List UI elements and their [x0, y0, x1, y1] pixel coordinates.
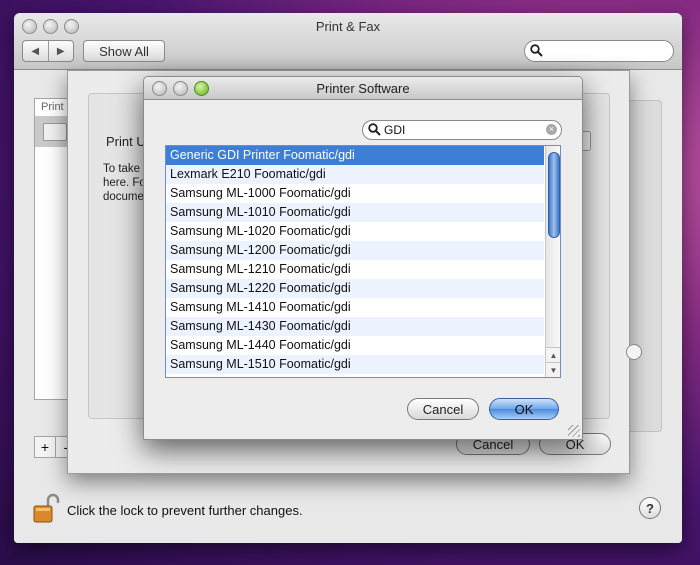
list-item[interactable]: Samsung ML-1020 Foomatic/gdi	[166, 222, 544, 241]
list-item[interactable]: Lexmark E210 Foomatic/gdi	[166, 165, 544, 184]
list-item[interactable]: Samsung ML-1010 Foomatic/gdi	[166, 203, 544, 222]
scroll-down-icon[interactable]: ▼	[546, 362, 560, 377]
search-value: GDI	[384, 123, 406, 137]
list-item[interactable]: Samsung ML-1410 Foomatic/gdi	[166, 298, 544, 317]
cancel-button[interactable]: Cancel	[407, 398, 479, 420]
search-icon	[530, 44, 543, 57]
printer-software-dialog: Printer Software GDI × Samsung ML-1510 F…	[143, 76, 583, 440]
dialog-title: Printer Software	[316, 81, 410, 96]
dialog-titlebar: Printer Software	[144, 77, 582, 100]
list-item[interactable]: Samsung ML-1430 Foomatic/gdi	[166, 317, 544, 336]
scroll-up-icon[interactable]: ▲	[546, 347, 560, 362]
ok-button[interactable]: OK	[489, 398, 559, 420]
nav-buttons: ◀ ▶	[22, 40, 74, 62]
list-item[interactable]: Samsung ML-1220 Foomatic/gdi	[166, 279, 544, 298]
back-button[interactable]: ◀	[23, 41, 48, 61]
show-all-button[interactable]: Show All	[83, 40, 165, 62]
list-item[interactable]: Samsung ML-1210 Foomatic/gdi	[166, 260, 544, 279]
window-title: Print & Fax	[315, 19, 381, 34]
forward-button[interactable]: ▶	[47, 41, 74, 61]
scrollbar-thumb[interactable]	[548, 152, 560, 238]
lock-icon[interactable]	[32, 493, 60, 525]
list-item[interactable]: Samsung ML-1200 Foomatic/gdi	[166, 241, 544, 260]
add-printer-button[interactable]: +	[35, 437, 55, 457]
resize-grip-icon[interactable]	[568, 425, 580, 437]
search-icon	[368, 123, 381, 136]
main-titlebar: Print & Fax ◀ ▶ Show All	[14, 13, 682, 70]
list-item[interactable]: Samsung ML-1440 Foomatic/gdi	[166, 336, 544, 355]
print-using-label: Print U	[106, 134, 146, 149]
list-item[interactable]: Generic GDI Printer Foomatic/gdi	[166, 146, 544, 165]
list-scrollbar[interactable]: ▲ ▼	[545, 146, 560, 377]
printer-software-search-input[interactable]: GDI ×	[362, 120, 562, 140]
list-item[interactable]: Samsung ML-1510 Foomatic/gdi	[166, 355, 544, 374]
preferences-search-input[interactable]	[524, 40, 674, 62]
sheet-info-button[interactable]	[626, 344, 642, 360]
clear-search-icon[interactable]: ×	[546, 124, 557, 135]
list-item[interactable]: Samsung ML-1000 Foomatic/gdi	[166, 184, 544, 203]
lock-message: Click the lock to prevent further change…	[67, 503, 303, 518]
printer-software-list[interactable]: Samsung ML-1510 Foomatic/gdi Samsung ML-1…	[165, 145, 561, 378]
help-icon[interactable]: ?	[639, 497, 661, 519]
printer-icon	[43, 123, 67, 141]
